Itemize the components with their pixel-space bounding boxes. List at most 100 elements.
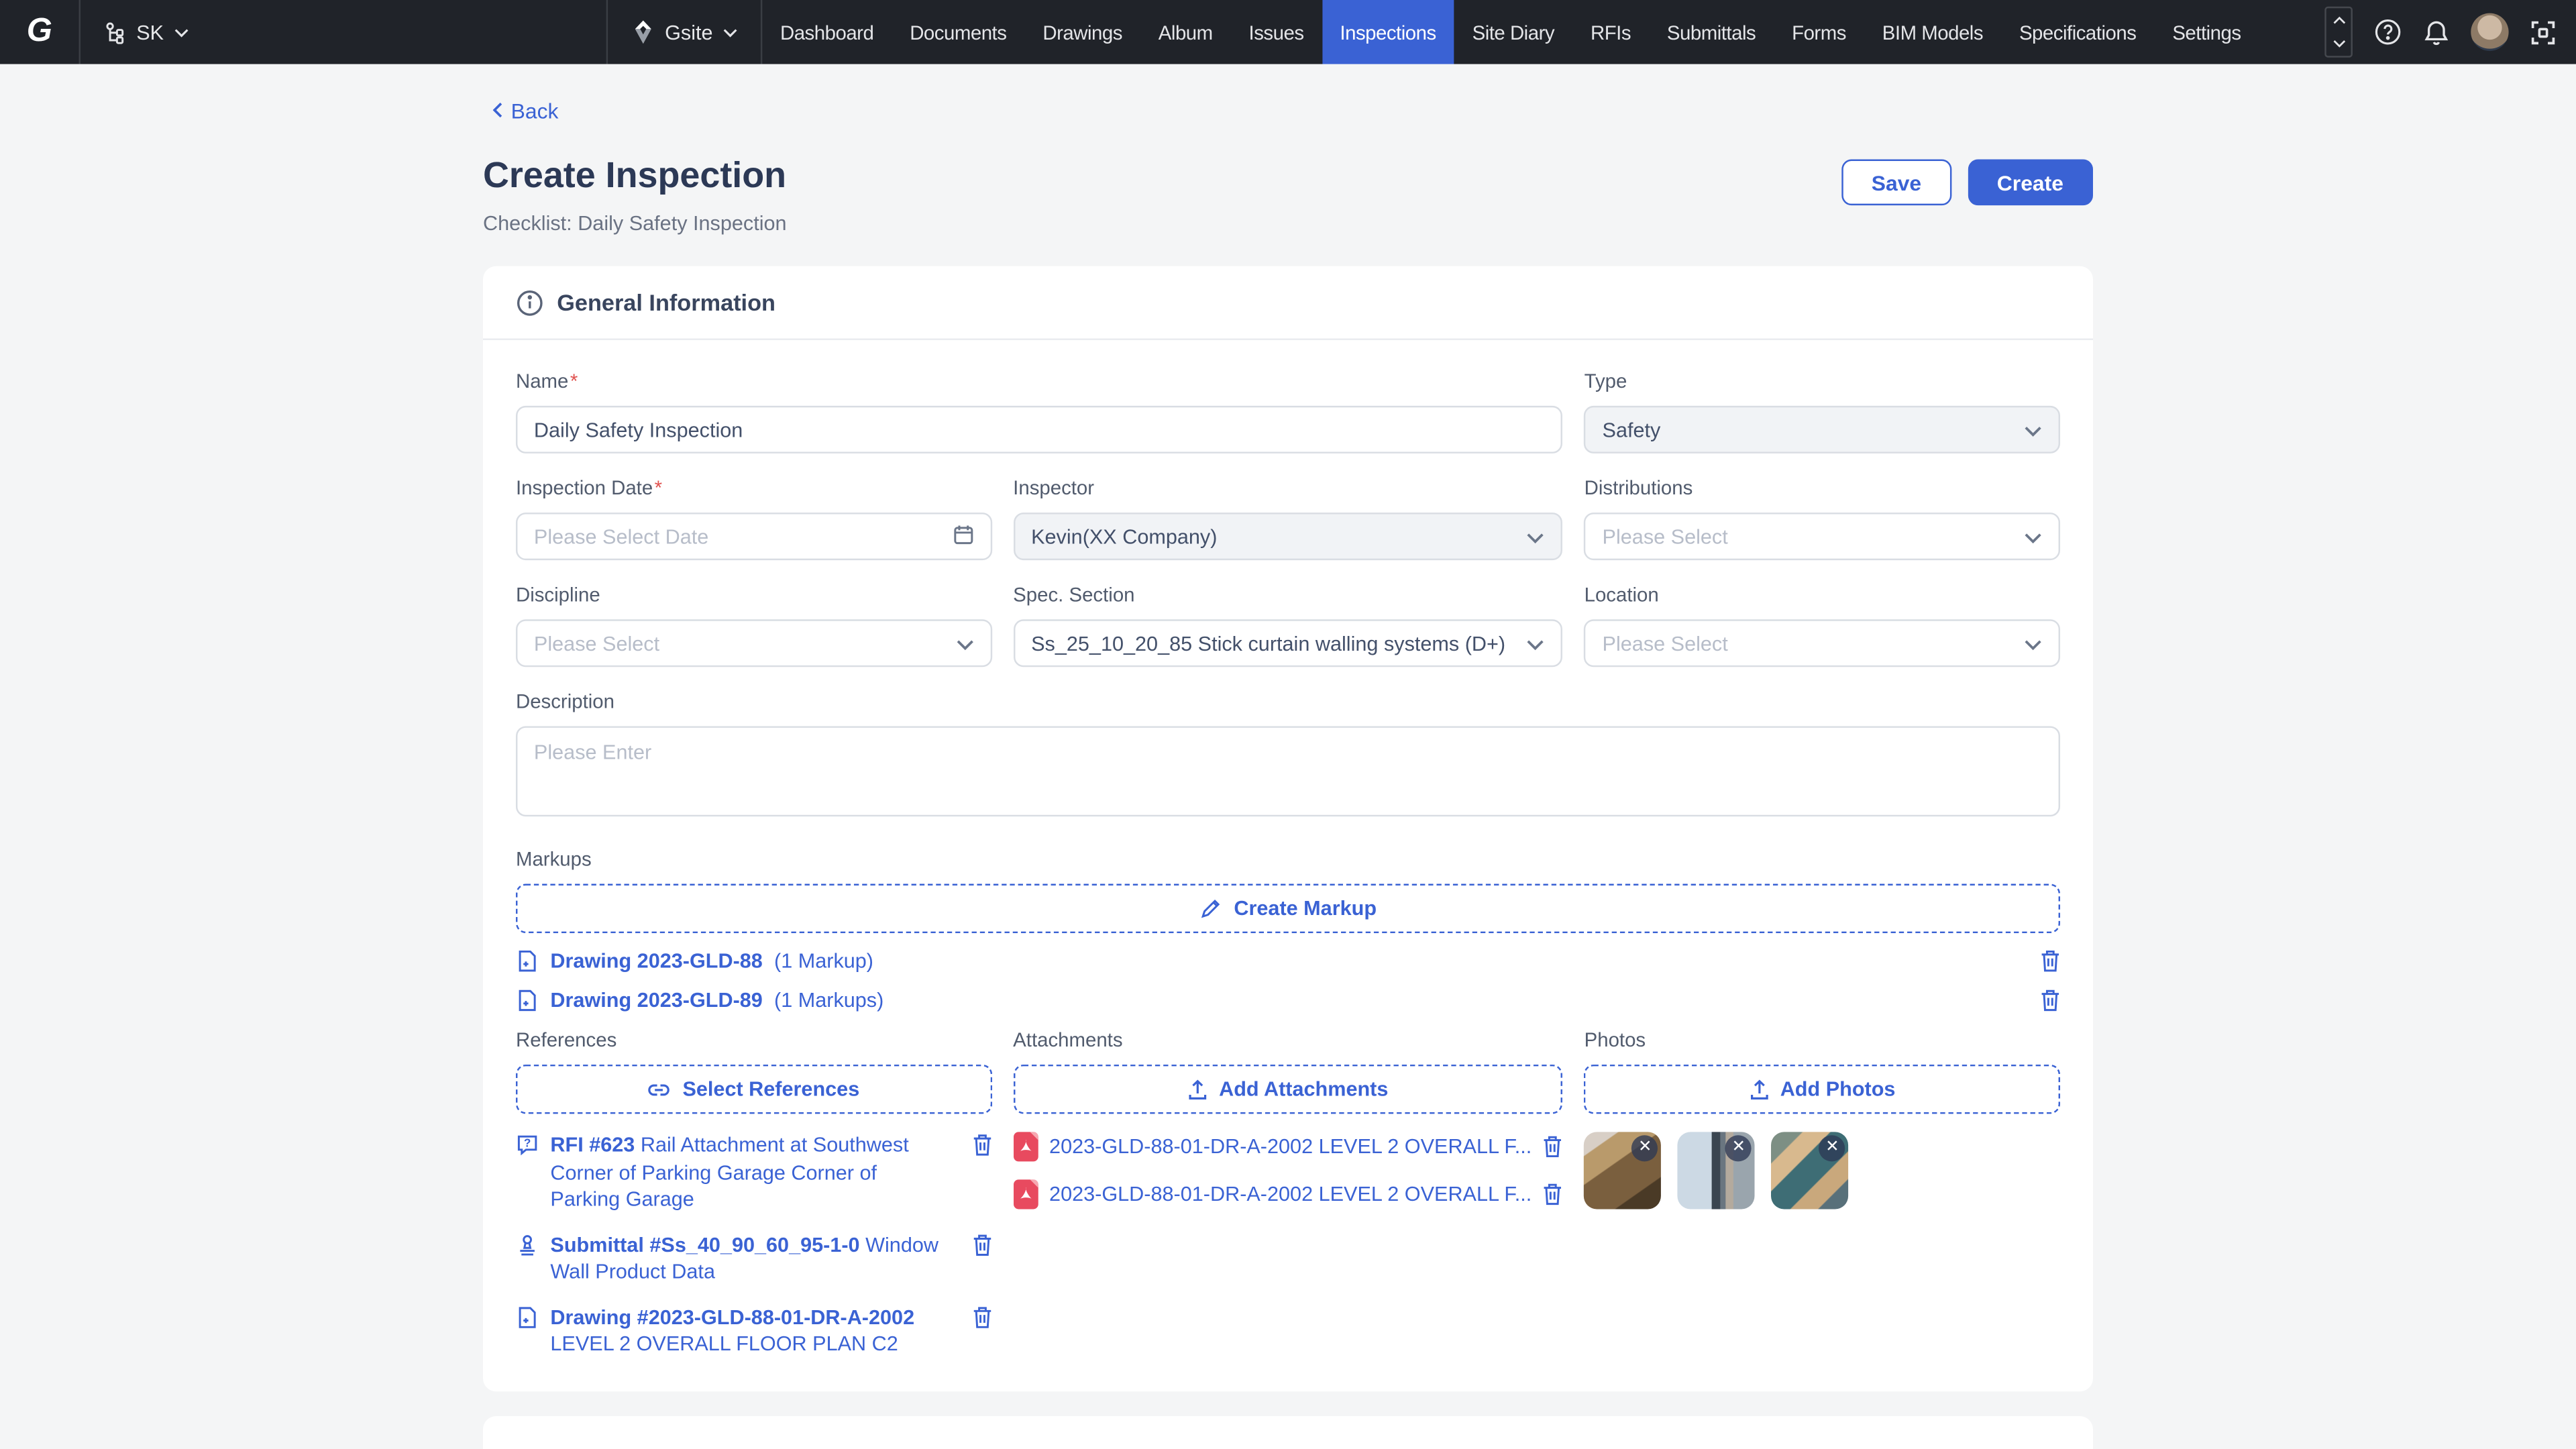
add-attachments-button[interactable]: Add Attachments	[1013, 1065, 1563, 1114]
reference-link[interactable]: RFI #623 Rail Attachment at Southwest Co…	[550, 1132, 951, 1213]
nav-tab-site-diary[interactable]: Site Diary	[1454, 0, 1572, 64]
markup-count: (1 Markups)	[774, 989, 883, 1012]
user-avatar[interactable]	[2471, 13, 2508, 51]
chevron-down-icon	[2024, 525, 2042, 547]
app-logo[interactable]: G	[0, 0, 79, 64]
select-references-button[interactable]: Select References	[516, 1065, 991, 1114]
gsite-logo-icon	[631, 19, 655, 44]
photo-thumbnail[interactable]: ✕	[1585, 1132, 1662, 1209]
delete-markup-icon[interactable]	[2041, 989, 2060, 1012]
title-block: Create Inspection Checklist: Daily Safet…	[483, 154, 787, 235]
spec-section-select[interactable]: Ss_25_10_20_85 Stick curtain walling sys…	[1013, 619, 1563, 667]
discipline-select[interactable]: Please Select	[516, 619, 991, 667]
inspection-date-input-wrap	[516, 513, 991, 560]
chevron-down-icon	[2024, 418, 2042, 441]
create-button[interactable]: Create	[1968, 160, 2093, 206]
attachment-link[interactable]: 2023-GLD-88-01-DR-A-2002 LEVEL 2 OVERALL…	[1049, 1183, 1532, 1205]
required-mark: *	[655, 476, 662, 499]
nav-tab-dashboard[interactable]: Dashboard	[762, 0, 892, 64]
fullscreen-icon[interactable]	[2530, 19, 2556, 45]
page-title: Create Inspection	[483, 154, 787, 197]
title-row: Create Inspection Checklist: Daily Safet…	[483, 154, 2093, 235]
reference-item: Drawing #2023-GLD-88-01-DR-A-2002 LEVEL …	[516, 1303, 991, 1358]
inspector-label: Inspector	[1013, 476, 1563, 499]
org-switcher[interactable]: SK	[80, 0, 211, 64]
add-photos-button[interactable]: Add Photos	[1585, 1065, 2060, 1114]
pdf-file-icon	[1013, 1179, 1038, 1209]
markup-drawing-link[interactable]: Drawing 2023-GLD-88	[550, 950, 762, 973]
nav-tab-rfis[interactable]: RFIs	[1572, 0, 1649, 64]
delete-attachment-icon[interactable]	[1543, 1135, 1562, 1158]
discipline-placeholder: Please Select	[534, 632, 946, 655]
inspection-date-field: Inspection Date*	[516, 476, 991, 560]
spec-section-field: Spec. Section Ss_25_10_20_85 Stick curta…	[1013, 583, 1563, 667]
spec-section-value: Ss_25_10_20_85 Stick curtain walling sys…	[1031, 632, 1517, 655]
inspector-select[interactable]: Kevin(XX Company)	[1013, 513, 1563, 560]
description-textarea[interactable]	[516, 726, 2060, 816]
scroll-up-icon[interactable]	[2332, 16, 2345, 24]
nav-tab-specifications[interactable]: Specifications	[2001, 0, 2154, 64]
delete-reference-icon[interactable]	[972, 1305, 991, 1358]
nav-tab-bim-models[interactable]: BIM Models	[1864, 0, 2001, 64]
save-button[interactable]: Save	[1842, 160, 1951, 206]
chevron-down-icon	[1527, 632, 1545, 655]
upload-icon	[1188, 1079, 1208, 1100]
remove-photo-icon[interactable]: ✕	[1819, 1135, 1845, 1161]
inspection-date-input[interactable]	[534, 525, 943, 547]
drawing-file-icon	[516, 1305, 539, 1358]
description-label: Description	[516, 690, 2060, 713]
remove-photo-icon[interactable]: ✕	[1725, 1135, 1752, 1161]
name-input[interactable]	[534, 418, 1545, 441]
type-value: Safety	[1603, 418, 2015, 441]
notifications-bell-icon[interactable]	[2423, 19, 2449, 45]
nav-tab-submittals[interactable]: Submittals	[1649, 0, 1774, 64]
location-select[interactable]: Please Select	[1585, 619, 2060, 667]
nav-tab-settings[interactable]: Settings	[2154, 0, 2259, 64]
markups-label: Markups	[516, 848, 2060, 871]
chevron-down-icon	[174, 27, 189, 37]
delete-markup-icon[interactable]	[2041, 950, 2060, 973]
markups-section: Markups Create Markup	[516, 848, 2060, 1012]
attachment-link[interactable]: 2023-GLD-88-01-DR-A-2002 LEVEL 2 OVERALL…	[1049, 1135, 1532, 1158]
nav-tab-issues[interactable]: Issues	[1231, 0, 1322, 64]
distributions-label: Distributions	[1585, 476, 2060, 499]
photo-thumbnail[interactable]: ✕	[1678, 1132, 1755, 1209]
reference-link[interactable]: Submittal #Ss_40_90_60_95-1-0 Window Wal…	[550, 1232, 951, 1286]
delete-reference-icon[interactable]	[972, 1134, 991, 1214]
delete-reference-icon[interactable]	[972, 1233, 991, 1285]
section-title: General Information	[557, 289, 775, 315]
markup-drawing-link[interactable]: Drawing 2023-GLD-89	[550, 989, 762, 1012]
photo-thumbnail[interactable]: ✕	[1772, 1132, 1849, 1209]
inspector-value: Kevin(XX Company)	[1031, 525, 1517, 547]
required-mark: *	[570, 370, 578, 392]
scroll-down-icon[interactable]	[2332, 40, 2345, 48]
org-label: SK	[136, 21, 164, 44]
reference-link[interactable]: Drawing #2023-GLD-88-01-DR-A-2002 LEVEL …	[550, 1303, 951, 1358]
back-link[interactable]: Back	[493, 99, 559, 123]
nav-tabs: Dashboard Documents Drawings Album Issue…	[762, 0, 2315, 64]
chevron-down-icon	[2024, 632, 2042, 655]
references-section: References Select References	[516, 1028, 991, 1358]
attachment-item: 2023-GLD-88-01-DR-A-2002 LEVEL 2 OVERALL…	[1013, 1179, 1563, 1209]
remove-photo-icon[interactable]: ✕	[1632, 1135, 1658, 1161]
distributions-select[interactable]: Please Select	[1585, 513, 2060, 560]
product-switcher[interactable]: Gsite	[607, 0, 760, 64]
checklist-sections-header: Checklist Sections	[483, 1415, 2093, 1449]
delete-attachment-icon[interactable]	[1543, 1183, 1562, 1205]
calendar-icon	[953, 523, 974, 549]
nav-tab-forms[interactable]: Forms	[1774, 0, 1864, 64]
nav-tab-inspections[interactable]: Inspections	[1322, 0, 1454, 64]
nav-tab-documents[interactable]: Documents	[892, 0, 1024, 64]
location-label: Location	[1585, 583, 2060, 606]
inspection-date-label: Inspection Date*	[516, 476, 991, 499]
chevron-down-icon	[1527, 525, 1545, 547]
info-icon	[516, 288, 544, 317]
reference-item: ? RFI #623 Rail Attachment at Southwest …	[516, 1132, 991, 1213]
nav-tab-album[interactable]: Album	[1140, 0, 1231, 64]
markup-count: (1 Markup)	[774, 950, 873, 973]
create-markup-button[interactable]: Create Markup	[516, 884, 2060, 933]
help-icon[interactable]	[2374, 18, 2402, 46]
type-select[interactable]: Safety	[1585, 406, 2060, 453]
rfi-icon: ?	[516, 1134, 539, 1214]
nav-tab-drawings[interactable]: Drawings	[1024, 0, 1140, 64]
